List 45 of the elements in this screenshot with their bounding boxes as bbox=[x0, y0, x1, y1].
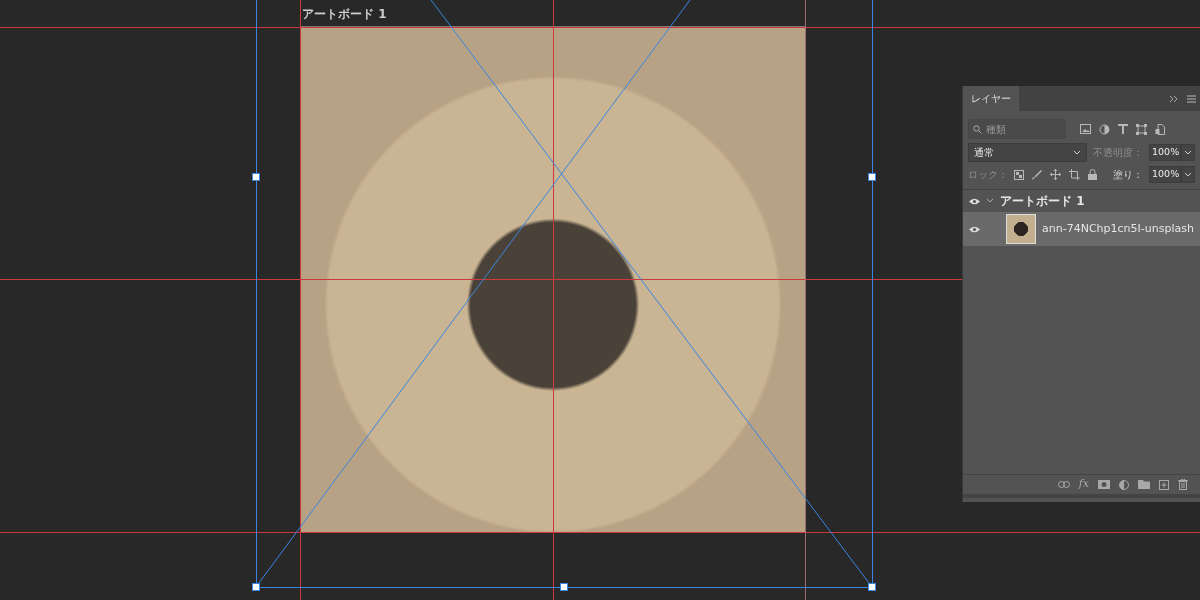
menu-icon[interactable] bbox=[1187, 94, 1196, 103]
artboard-title: アートボード 1 bbox=[302, 8, 387, 20]
transform-handle[interactable] bbox=[252, 173, 260, 181]
fill-field[interactable]: 100% bbox=[1149, 166, 1181, 183]
layer-row[interactable]: アートボード 1 bbox=[963, 190, 1200, 212]
blend-mode-dropdown[interactable]: 通常 bbox=[968, 143, 1087, 162]
layer-style-button[interactable]: fx bbox=[1078, 476, 1089, 493]
transform-handle[interactable] bbox=[560, 583, 568, 591]
caret-icon bbox=[1073, 150, 1081, 155]
transform-handle[interactable] bbox=[252, 583, 260, 591]
layer-row[interactable]: ann-74NChp1cn5I-unsplash bbox=[963, 212, 1200, 246]
link-icon[interactable] bbox=[1057, 481, 1070, 488]
folder-icon[interactable] bbox=[1138, 480, 1150, 489]
brush-icon[interactable] bbox=[1032, 169, 1042, 180]
eye-icon[interactable] bbox=[969, 197, 980, 205]
lock-icon[interactable] bbox=[1088, 169, 1097, 180]
trash-icon[interactable] bbox=[1178, 479, 1188, 490]
transform-handle[interactable] bbox=[868, 583, 876, 591]
image-filter-icon[interactable] bbox=[1080, 124, 1091, 134]
half-circle-icon[interactable] bbox=[1119, 479, 1129, 490]
blend-mode-value: 通常 bbox=[974, 146, 994, 160]
layers-tab[interactable]: レイヤー bbox=[963, 86, 1019, 111]
smart-object-icon[interactable] bbox=[1155, 123, 1165, 135]
layer-name: アートボード 1 bbox=[1000, 193, 1085, 210]
half-circle-icon[interactable] bbox=[1099, 123, 1110, 135]
layer-thumbnail bbox=[1006, 214, 1036, 244]
new-layer-icon[interactable] bbox=[1159, 479, 1169, 490]
fill-label: 塗り： bbox=[1113, 168, 1143, 182]
opacity-dropdown-button[interactable] bbox=[1181, 144, 1195, 161]
caret-icon bbox=[1184, 172, 1192, 177]
type-filter-icon[interactable] bbox=[1118, 124, 1128, 134]
double-chevron-icon[interactable] bbox=[1169, 94, 1179, 103]
caret-icon bbox=[1184, 150, 1192, 155]
move-icon[interactable] bbox=[1050, 169, 1061, 180]
checkerboard-icon[interactable] bbox=[1014, 169, 1024, 180]
layer-name: ann-74NChp1cn5I-unsplash bbox=[1042, 220, 1194, 237]
search-icon bbox=[973, 125, 982, 134]
chevron-icon[interactable] bbox=[986, 198, 994, 204]
fill-dropdown-button[interactable] bbox=[1181, 166, 1195, 183]
shape-filter-icon[interactable] bbox=[1136, 123, 1147, 135]
mask-icon[interactable] bbox=[1098, 480, 1110, 489]
opacity-field[interactable]: 100% bbox=[1149, 144, 1181, 161]
eye-icon[interactable] bbox=[969, 225, 980, 233]
search-field[interactable]: 種類 bbox=[968, 119, 1066, 139]
transform-handle[interactable] bbox=[868, 173, 876, 181]
